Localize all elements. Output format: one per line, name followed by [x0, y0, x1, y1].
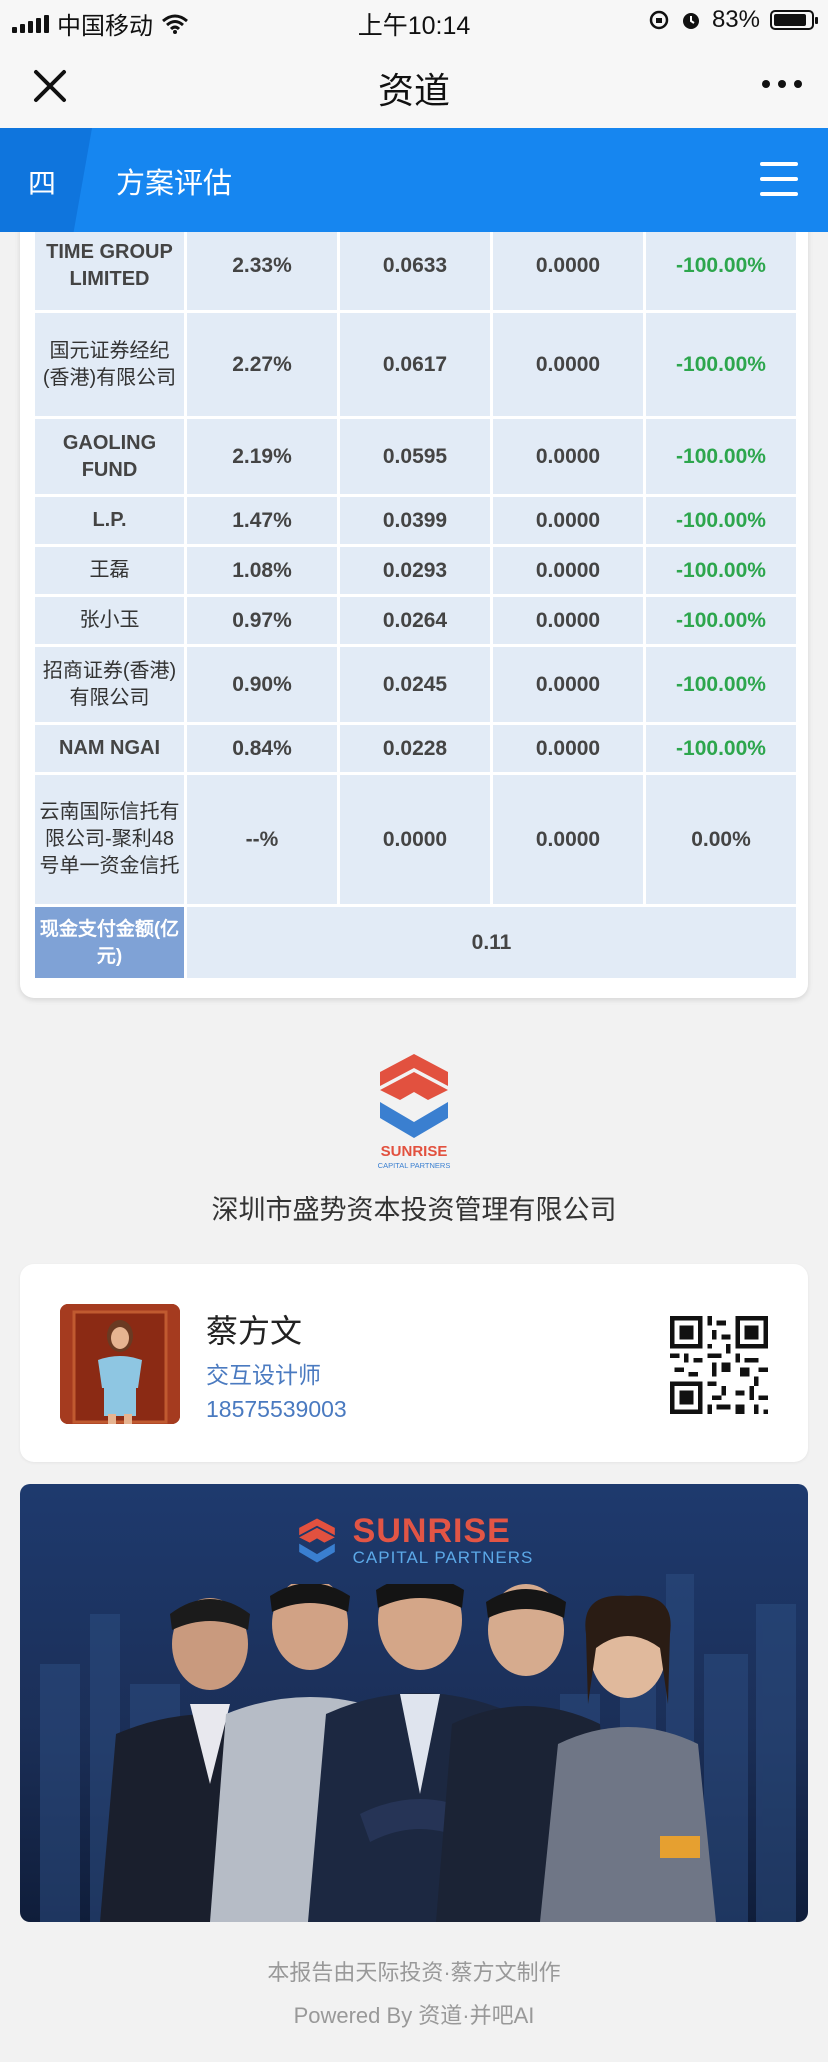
value-before: 0.0399: [337, 494, 493, 547]
holding-ratio: 2.33%: [184, 218, 340, 313]
alarm-icon: [682, 13, 699, 29]
table-row: L.P. 1.47% 0.0399 0.0000 -100.00%: [32, 494, 799, 547]
holder-name: 张小玉: [32, 594, 187, 647]
shareholder-table-card: TIME GROUP LIMITED 2.33% 0.0633 0.0000 -…: [20, 160, 808, 998]
holding-ratio: 0.90%: [184, 644, 340, 725]
change-percent: -100.00%: [643, 494, 799, 547]
banner-brand-title: SUNRISE: [352, 1512, 511, 1550]
table-row: 招商证券(香港)有限公司 0.90% 0.0245 0.0000 -100.00…: [32, 644, 799, 725]
table-row: NAM NGAI 0.84% 0.0228 0.0000 -100.00%: [32, 722, 799, 775]
value-after: 0.0000: [490, 644, 646, 725]
team-photo: [100, 1584, 716, 1922]
sunrise-logo: SUNRISE CAPITAL PARTNERS: [378, 1054, 451, 1170]
holder-name: 国元证券经纪(香港)有限公司: [32, 310, 187, 419]
value-after: 0.0000: [490, 218, 646, 313]
holder-name: 招商证券(香港)有限公司: [32, 644, 187, 725]
footer-powered-by[interactable]: Powered By 资道·并吧AI: [0, 1998, 828, 2030]
table-row: 国元证券经纪(香港)有限公司 2.27% 0.0617 0.0000 -100.…: [32, 310, 799, 419]
page-title: 资道: [377, 70, 450, 111]
value-after: 0.0000: [490, 494, 646, 547]
battery-percent: 83%: [711, 6, 760, 33]
change-percent: -100.00%: [643, 416, 799, 497]
more-icon[interactable]: [762, 80, 802, 88]
value-before: 0.0264: [337, 594, 493, 647]
holder-name: GAOLING FUND: [32, 416, 187, 497]
table-row: TIME GROUP LIMITED 2.33% 0.0633 0.0000 -…: [32, 218, 799, 313]
contact-phone[interactable]: 18575539003: [206, 1396, 347, 1423]
change-percent: -100.00%: [643, 722, 799, 775]
value-before: 0.0000: [337, 772, 493, 907]
value-after: 0.0000: [490, 416, 646, 497]
holder-name: 王磊: [32, 544, 187, 597]
value-before: 0.0228: [337, 722, 493, 775]
banner-logo-icon: [298, 1518, 335, 1563]
holder-name: TIME GROUP LIMITED: [32, 218, 187, 313]
section-header: 四 方案评估: [0, 128, 828, 232]
value-before: 0.0293: [337, 544, 493, 597]
value-after: 0.0000: [490, 772, 646, 907]
holding-ratio: 2.27%: [184, 310, 340, 419]
change-percent: -100.00%: [643, 218, 799, 313]
value-before: 0.0245: [337, 644, 493, 725]
holding-ratio: 0.84%: [184, 722, 340, 775]
cash-value: 0.11: [184, 904, 799, 981]
holding-ratio: 1.47%: [184, 494, 340, 547]
holder-name: L.P.: [32, 494, 187, 547]
banner-brand: SUNRISE CAPITAL PARTNERS: [20, 1514, 808, 1568]
qr-code-icon[interactable]: [670, 1316, 768, 1414]
nav-bar: 资道: [0, 42, 828, 129]
holding-ratio: --%: [184, 772, 340, 907]
table-row: 云南国际信托有限公司-聚利48号单一资金信托 --% 0.0000 0.0000…: [32, 772, 799, 907]
change-percent: -100.00%: [643, 594, 799, 647]
change-percent: -100.00%: [643, 644, 799, 725]
table-row: GAOLING FUND 2.19% 0.0595 0.0000 -100.00…: [32, 416, 799, 497]
value-before: 0.0633: [337, 218, 493, 313]
banner-brand-text: SUNRISE CAPITAL PARTNERS: [353, 1514, 534, 1568]
cash-row: 现金支付金额(亿元) 0.11: [32, 904, 799, 981]
avatar: [60, 1304, 180, 1424]
logo-sub: CAPITAL PARTNERS: [378, 1161, 451, 1170]
rotation-lock-icon: [649, 10, 669, 30]
cash-label: 现金支付金额(亿元): [32, 904, 187, 981]
table-row: 王磊 1.08% 0.0293 0.0000 -100.00%: [32, 544, 799, 597]
logo-text: SUNRISE: [381, 1143, 448, 1160]
holding-ratio: 2.19%: [184, 416, 340, 497]
holding-ratio: 1.08%: [184, 544, 340, 597]
holder-name: 云南国际信托有限公司-聚利48号单一资金信托: [32, 772, 187, 907]
holding-ratio: 0.97%: [184, 594, 340, 647]
shareholder-table: TIME GROUP LIMITED 2.33% 0.0633 0.0000 -…: [32, 218, 799, 981]
footer-credit: 本报告由天际投资·蔡方文制作: [267, 1960, 561, 1985]
contact-role: 交互设计师: [206, 1362, 321, 1388]
status-right: 83%: [648, 6, 818, 34]
company-name: 深圳市盛势资本投资管理有限公司: [211, 1195, 617, 1225]
table-row: 张小玉 0.97% 0.0264 0.0000 -100.00%: [32, 594, 799, 647]
battery-icon: [770, 10, 818, 30]
value-before: 0.0617: [337, 310, 493, 419]
holder-name: NAM NGAI: [32, 722, 187, 775]
banner-brand-sub: CAPITAL PARTNERS: [352, 1548, 534, 1567]
value-after: 0.0000: [490, 310, 646, 419]
value-after: 0.0000: [490, 722, 646, 775]
change-percent: -100.00%: [643, 544, 799, 597]
section-title: 方案评估: [116, 168, 233, 200]
section-number: 四: [28, 168, 57, 199]
change-percent: -100.00%: [643, 310, 799, 419]
change-percent: 0.00%: [643, 772, 799, 907]
value-before: 0.0595: [337, 416, 493, 497]
team-banner: SUNRISE CAPITAL PARTNERS: [20, 1484, 808, 1922]
menu-icon[interactable]: [760, 162, 798, 196]
value-after: 0.0000: [490, 594, 646, 647]
avatar-figure-icon: [60, 1304, 180, 1424]
value-after: 0.0000: [490, 544, 646, 597]
status-bar: 中国移动 上午10:14 83%: [0, 0, 828, 42]
contact-name: 蔡方文: [206, 1313, 303, 1349]
contact-card[interactable]: 蔡方文 交互设计师 18575539003: [20, 1264, 808, 1462]
